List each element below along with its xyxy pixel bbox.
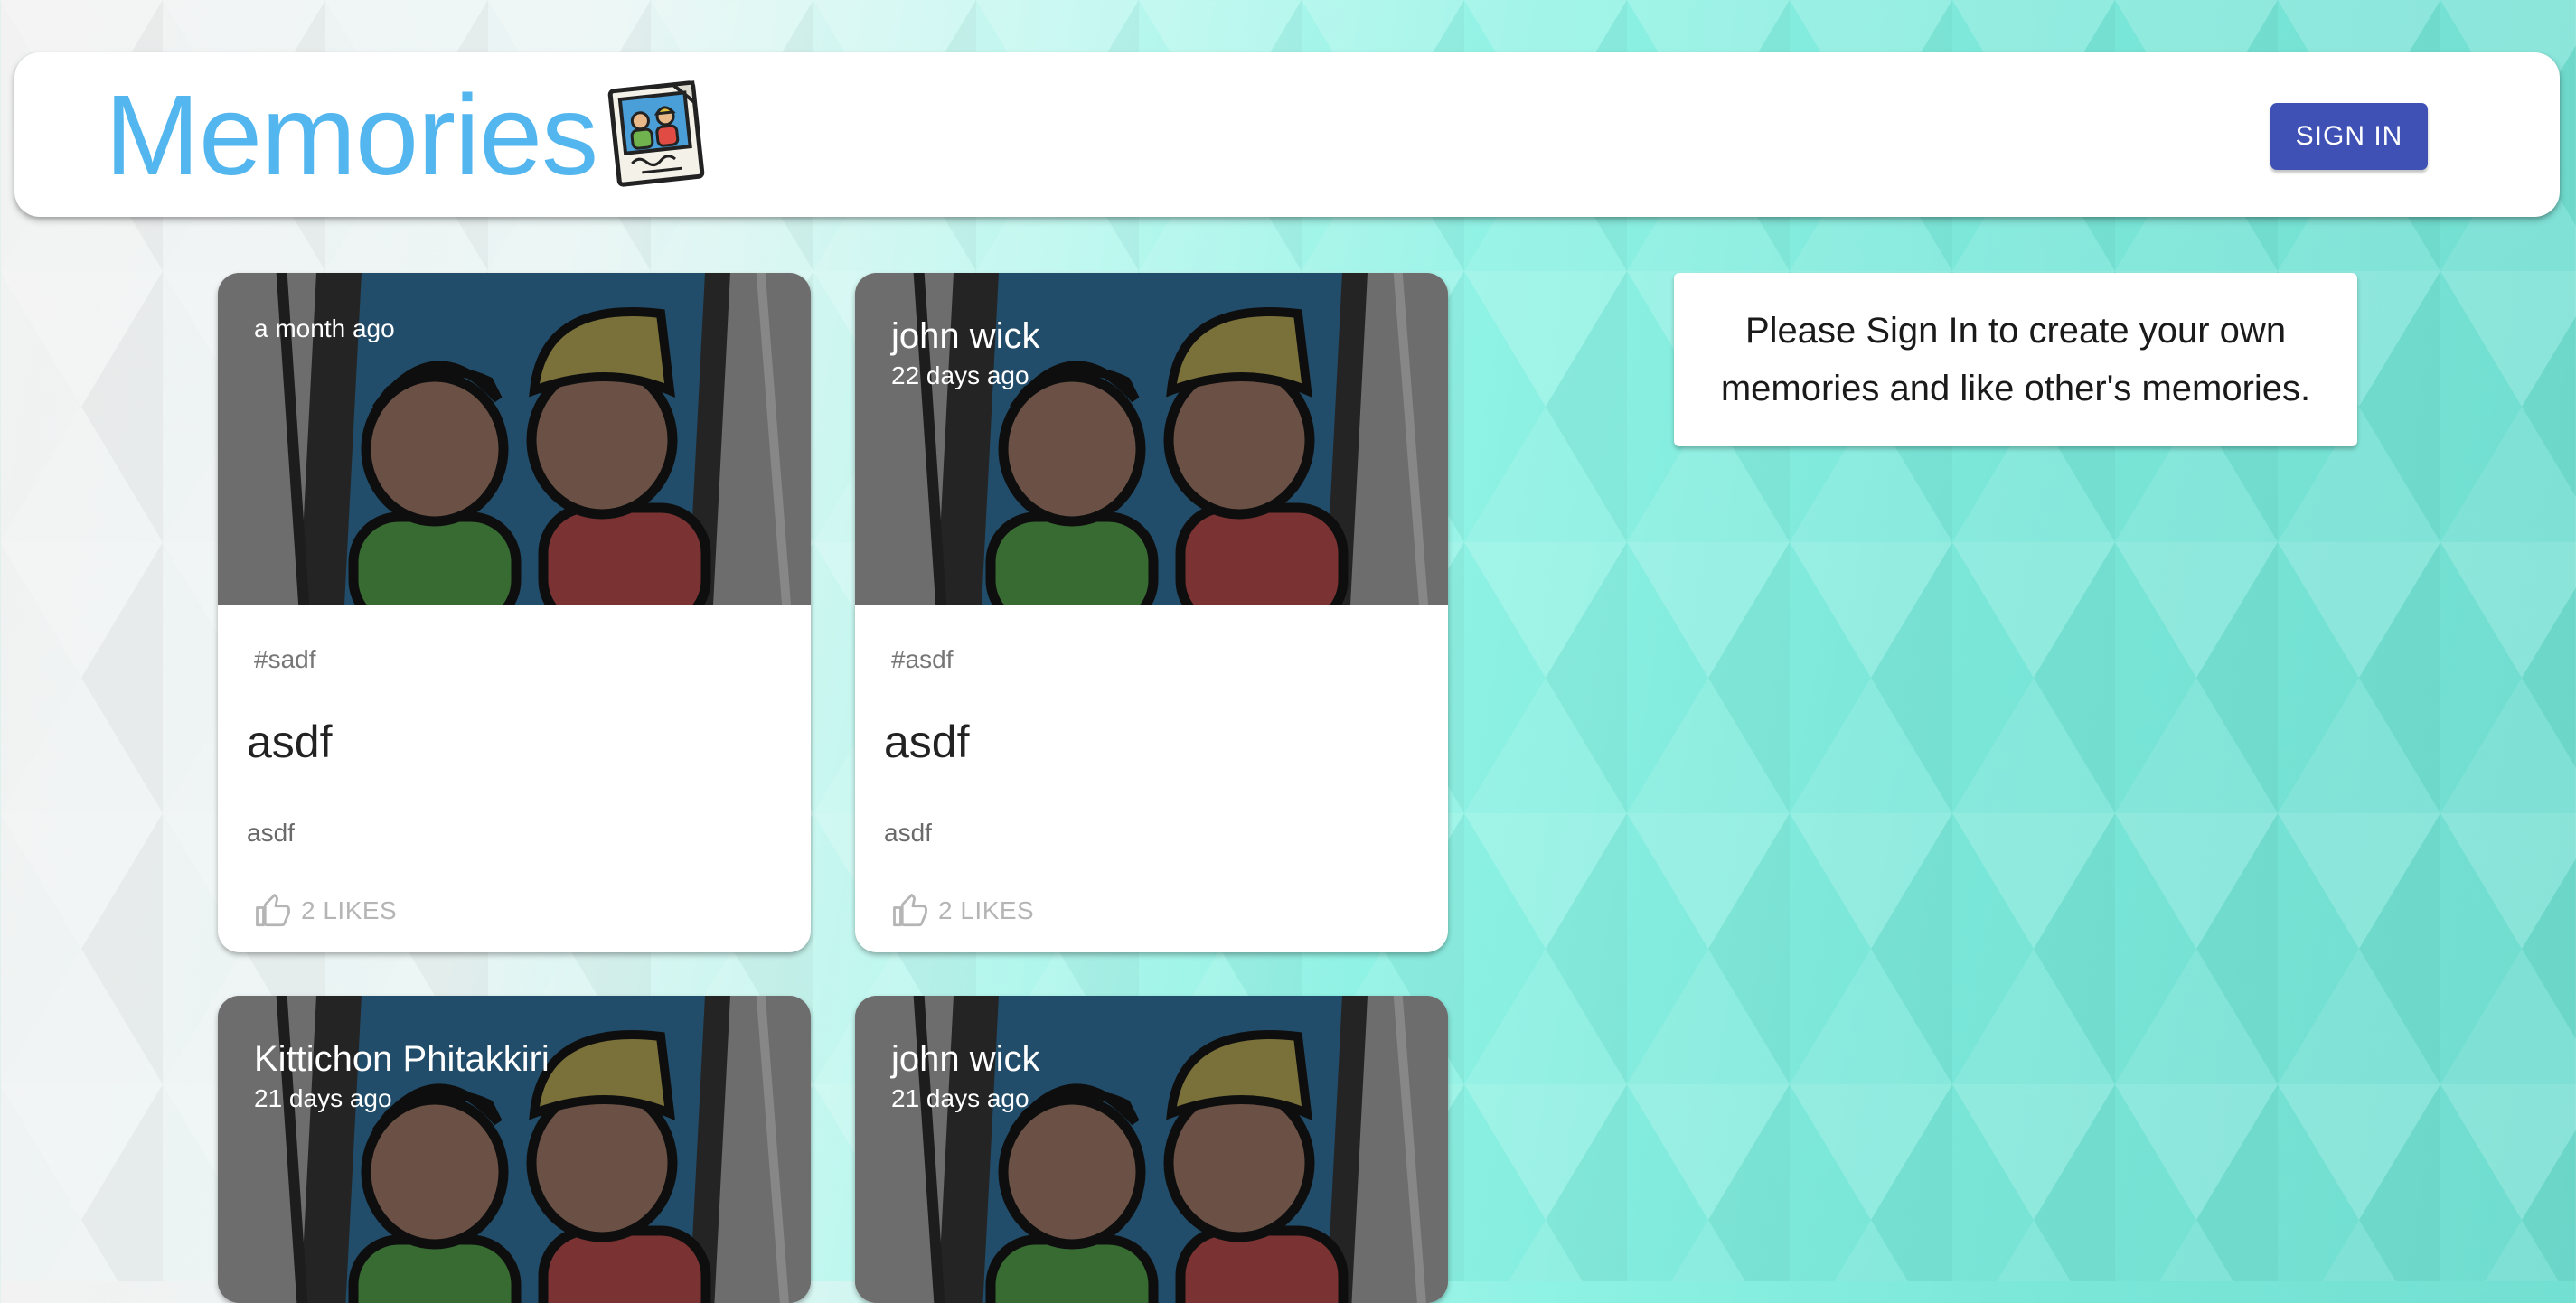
post-time: 22 days ago [891, 361, 1029, 389]
post-message: asdf [884, 819, 932, 847]
memory-card[interactable]: a month ago #sadf asdf asdf 2 LIKES [218, 273, 811, 952]
app-header: Memories SIGN IN [14, 52, 2560, 217]
like-count: 2 LIKES [301, 896, 398, 924]
thumb-up-outline-icon [893, 894, 927, 927]
post-time: a month ago [254, 314, 395, 342]
post-tags: #sadf [254, 645, 316, 673]
sign-in-notice-text: Please Sign In to create your own memori… [1720, 311, 2311, 408]
thumb-up-outline-icon [256, 894, 290, 927]
card-header-overlay: Kittichon Phitakkiri 21 days ago [254, 1036, 550, 1115]
card-header-overlay: john wick 21 days ago [891, 1036, 1040, 1115]
post-time: 21 days ago [891, 1084, 1029, 1112]
like-button[interactable]: 2 LIKES [254, 892, 397, 930]
post-title: asdf [884, 717, 970, 767]
card-image: Kittichon Phitakkiri 21 days ago [218, 996, 811, 1303]
card-actions: 2 LIKES [254, 884, 397, 938]
memory-card[interactable]: Kittichon Phitakkiri 21 days ago [218, 996, 811, 1303]
photo-memory-logo-icon [607, 80, 705, 187]
memory-card[interactable]: john wick 21 days ago [855, 996, 1448, 1303]
like-count: 2 LIKES [938, 896, 1035, 924]
card-header-overlay: john wick 22 days ago [891, 313, 1040, 392]
like-button[interactable]: 2 LIKES [891, 892, 1034, 930]
post-author: Kittichon Phitakkiri [254, 1039, 550, 1079]
post-title: asdf [247, 717, 333, 767]
card-image: john wick 22 days ago [855, 273, 1448, 605]
card-header-overlay: a month ago [254, 313, 395, 345]
memory-card[interactable]: john wick 22 days ago #asdf asdf asdf 2 … [855, 273, 1448, 952]
card-actions: 2 LIKES [891, 884, 1034, 938]
post-message: asdf [247, 819, 295, 847]
card-image: john wick 21 days ago [855, 996, 1448, 1303]
sign-in-button[interactable]: SIGN IN [2270, 103, 2428, 170]
sign-in-notice: Please Sign In to create your own memori… [1674, 273, 2357, 446]
post-author: john wick [891, 316, 1040, 356]
post-time: 21 days ago [254, 1084, 392, 1112]
post-author: john wick [891, 1039, 1040, 1079]
app-title: Memories [105, 71, 598, 199]
card-image: a month ago [218, 273, 811, 605]
post-tags: #asdf [891, 645, 954, 673]
